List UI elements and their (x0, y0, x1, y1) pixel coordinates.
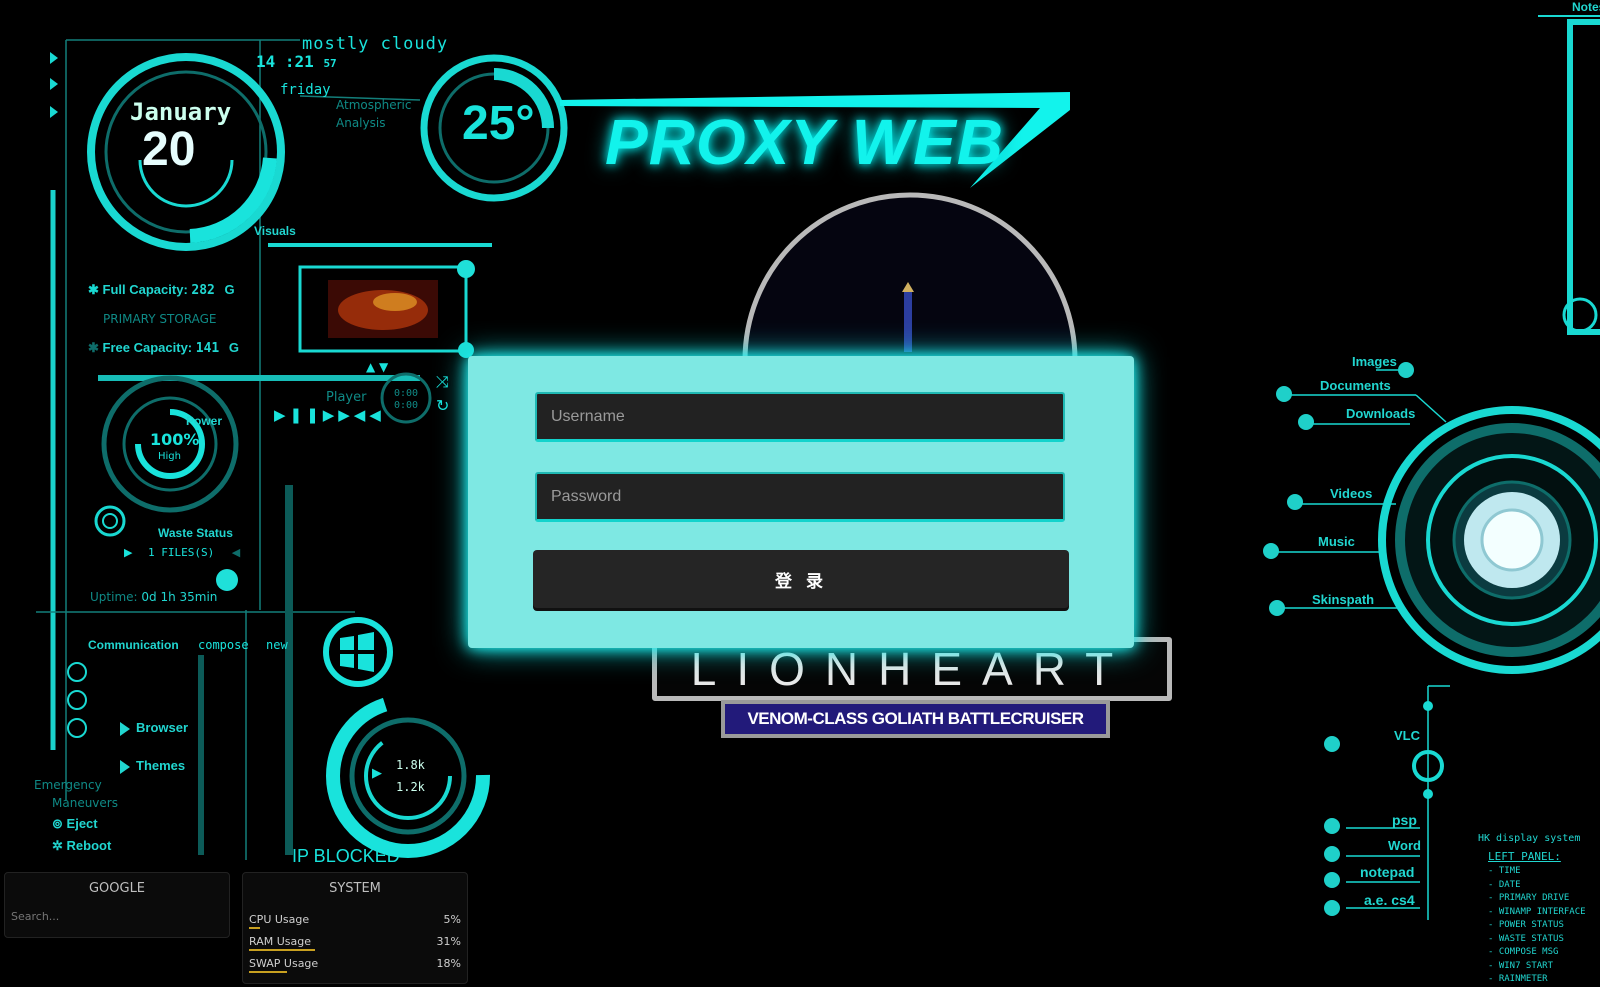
legend-item: - WINAMP INTERFACE (1488, 906, 1586, 917)
videos-link[interactable]: Videos (1330, 486, 1372, 501)
aecs4-dot[interactable] (1324, 900, 1340, 916)
legend-item: - POWER STATUS (1488, 920, 1564, 930)
legend-item: - WASTE STATUS (1488, 933, 1564, 944)
documents-link[interactable]: Documents (1320, 378, 1391, 393)
notepad-link[interactable]: notepad (1360, 864, 1414, 880)
aecs4-link[interactable]: a.e. cs4 (1364, 892, 1415, 908)
legend-title: HK display system (1478, 833, 1581, 844)
legend-item: - DATE (1488, 879, 1521, 890)
legend-item: - RAINMETER (1488, 974, 1548, 984)
legend-item: - TIME (1488, 866, 1521, 876)
legend-item: - COMPOSE MSG (1488, 947, 1559, 957)
music-link[interactable]: Music (1318, 534, 1355, 549)
psp-link[interactable]: psp (1392, 812, 1417, 828)
word-link[interactable]: Word (1388, 838, 1421, 853)
word-dot[interactable] (1324, 846, 1340, 862)
vlc-dot[interactable] (1324, 736, 1340, 752)
notes-link[interactable]: Notes (1572, 0, 1600, 14)
legend-subtitle: LEFT PANEL: (1488, 849, 1561, 863)
hk-legend: HK display system LEFT PANEL: - TIME - D… (1478, 832, 1600, 987)
documents-dot[interactable] (1276, 386, 1292, 402)
downloads-dot[interactable] (1298, 414, 1314, 430)
skinspath-dot[interactable] (1269, 600, 1285, 616)
vlc-link[interactable]: VLC (1394, 728, 1420, 743)
skinspath-link[interactable]: Skinspath (1312, 592, 1374, 607)
music-dot[interactable] (1263, 543, 1279, 559)
notepad-dot[interactable] (1324, 872, 1340, 888)
downloads-link[interactable]: Downloads (1346, 406, 1415, 421)
legend-item: - PRIMARY DRIVE (1488, 893, 1570, 903)
images-dot[interactable] (1398, 362, 1414, 378)
images-link[interactable]: Images (1352, 354, 1397, 369)
legend-item: - WIN7 START (1488, 960, 1554, 971)
videos-dot[interactable] (1287, 494, 1303, 510)
psp-dot[interactable] (1324, 818, 1340, 834)
